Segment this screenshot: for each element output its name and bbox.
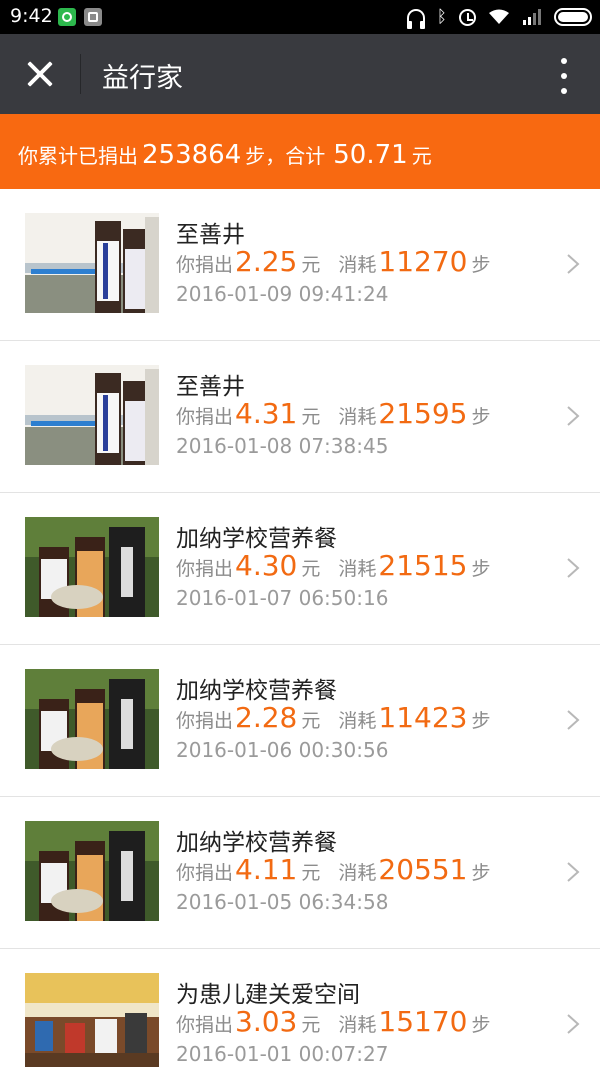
headset-icon [406, 9, 425, 29]
steps-unit: 步 [471, 254, 491, 276]
steps-unit: 步 [471, 862, 491, 884]
donation-date: 2016-01-06 00:30:56 [176, 738, 389, 762]
donated-amount: 2.25 [235, 245, 298, 278]
chevron-right-icon [567, 862, 580, 882]
page-title: 益行家 [102, 63, 183, 94]
item-amounts: 你捐出 4.11 元 消耗 20551 步 [176, 853, 490, 886]
donated-label: 你捐出 [176, 862, 234, 884]
consumed-steps: 15170 [378, 1005, 468, 1038]
donated-label: 你捐出 [176, 710, 234, 732]
project-title: 加纳学校营养餐 [176, 526, 337, 552]
donation-item[interactable]: 为患儿建关爱空间 你捐出 3.03 元 消耗 15170 步 2016-01-0… [0, 949, 600, 1067]
yuan-unit: 元 [301, 1014, 321, 1036]
consumed-label: 消耗 [338, 254, 377, 276]
status-time: 9:42 [10, 5, 53, 27]
donated-amount: 2.28 [235, 701, 298, 734]
project-title: 加纳学校营养餐 [176, 830, 337, 856]
donated-label: 你捐出 [176, 254, 234, 276]
item-amounts: 你捐出 4.31 元 消耗 21595 步 [176, 397, 490, 430]
chevron-right-icon [567, 710, 580, 730]
summary-steps-unit: 步，合计 [245, 144, 326, 168]
item-amounts: 你捐出 3.03 元 消耗 15170 步 [176, 1005, 490, 1038]
donation-date: 2016-01-01 00:07:27 [176, 1042, 389, 1066]
yuan-unit: 元 [301, 558, 321, 580]
chevron-right-icon [567, 406, 580, 426]
project-thumbnail [25, 669, 159, 769]
donated-amount: 4.31 [235, 397, 298, 430]
alarm-icon [459, 8, 476, 26]
donation-date: 2016-01-08 07:38:45 [176, 434, 389, 458]
project-title: 至善井 [176, 222, 245, 248]
consumed-steps: 11423 [378, 701, 468, 734]
status-icons: ᛒ [395, 0, 592, 34]
consumed-steps: 21595 [378, 397, 468, 430]
close-icon[interactable] [18, 52, 62, 96]
item-amounts: 你捐出 2.28 元 消耗 11423 步 [176, 701, 490, 734]
donation-date: 2016-01-07 06:50:16 [176, 586, 389, 610]
donated-label: 你捐出 [176, 406, 234, 428]
steps-unit: 步 [471, 406, 491, 428]
donation-item[interactable]: 至善井 你捐出 4.31 元 消耗 21595 步 2016-01-08 07:… [0, 341, 600, 493]
consumed-label: 消耗 [338, 710, 377, 732]
summary-steps: 253864 [142, 140, 242, 170]
chevron-right-icon [567, 254, 580, 274]
title-bar: 益行家 [0, 34, 600, 114]
donation-item[interactable]: 加纳学校营养餐 你捐出 2.28 元 消耗 11423 步 2016-01-06… [0, 645, 600, 797]
yuan-unit: 元 [301, 710, 321, 732]
project-thumbnail [25, 365, 159, 465]
item-amounts: 你捐出 2.25 元 消耗 11270 步 [176, 245, 490, 278]
donated-label: 你捐出 [176, 1014, 234, 1036]
donated-amount: 4.30 [235, 549, 298, 582]
steps-unit: 步 [471, 558, 491, 580]
donation-item[interactable]: 加纳学校营养餐 你捐出 4.11 元 消耗 20551 步 2016-01-05… [0, 797, 600, 949]
consumed-steps: 20551 [378, 853, 468, 886]
item-amounts: 你捐出 4.30 元 消耗 21515 步 [176, 549, 490, 582]
steps-unit: 步 [471, 1014, 491, 1036]
project-title: 至善井 [176, 374, 245, 400]
project-thumbnail [25, 213, 159, 313]
consumed-steps: 21515 [378, 549, 468, 582]
bluetooth-icon: ᛒ [436, 6, 447, 27]
summary-prefix: 你累计已捐出 [18, 144, 138, 168]
donated-amount: 4.11 [235, 853, 298, 886]
yuan-unit: 元 [301, 862, 321, 884]
project-thumbnail [25, 517, 159, 617]
more-options-icon[interactable] [558, 56, 570, 96]
summary-amount: 50.71 [333, 140, 408, 170]
donation-item[interactable]: 至善井 你捐出 2.25 元 消耗 11270 步 2016-01-09 09:… [0, 189, 600, 341]
consumed-label: 消耗 [338, 558, 377, 580]
project-thumbnail [25, 821, 159, 921]
donated-amount: 3.03 [235, 1005, 298, 1038]
status-bar: 9:42 ᛒ [0, 0, 600, 34]
yuan-unit: 元 [301, 254, 321, 276]
title-divider [80, 54, 81, 94]
donation-list: 至善井 你捐出 2.25 元 消耗 11270 步 2016-01-09 09:… [0, 189, 600, 1067]
steps-unit: 步 [471, 710, 491, 732]
consumed-label: 消耗 [338, 1014, 377, 1036]
donation-date: 2016-01-09 09:41:24 [176, 282, 389, 306]
signal-icon [523, 9, 541, 25]
summary-banner: 你累计已捐出 253864 步，合计 50.71 元 [0, 114, 600, 189]
wifi-icon [489, 9, 509, 24]
donation-item[interactable]: 加纳学校营养餐 你捐出 4.30 元 消耗 21515 步 2016-01-07… [0, 493, 600, 645]
project-thumbnail [25, 973, 159, 1067]
battery-icon [554, 8, 592, 26]
notification-app-icon-2 [84, 8, 102, 26]
notification-app-icon [58, 8, 76, 26]
chevron-right-icon [567, 558, 580, 578]
chevron-right-icon [567, 1014, 580, 1034]
consumed-steps: 11270 [378, 245, 468, 278]
project-title: 为患儿建关爱空间 [176, 982, 360, 1008]
consumed-label: 消耗 [338, 406, 377, 428]
donated-label: 你捐出 [176, 558, 234, 580]
project-title: 加纳学校营养餐 [176, 678, 337, 704]
summary-amount-unit: 元 [411, 144, 432, 168]
consumed-label: 消耗 [338, 862, 377, 884]
yuan-unit: 元 [301, 406, 321, 428]
donation-date: 2016-01-05 06:34:58 [176, 890, 389, 914]
